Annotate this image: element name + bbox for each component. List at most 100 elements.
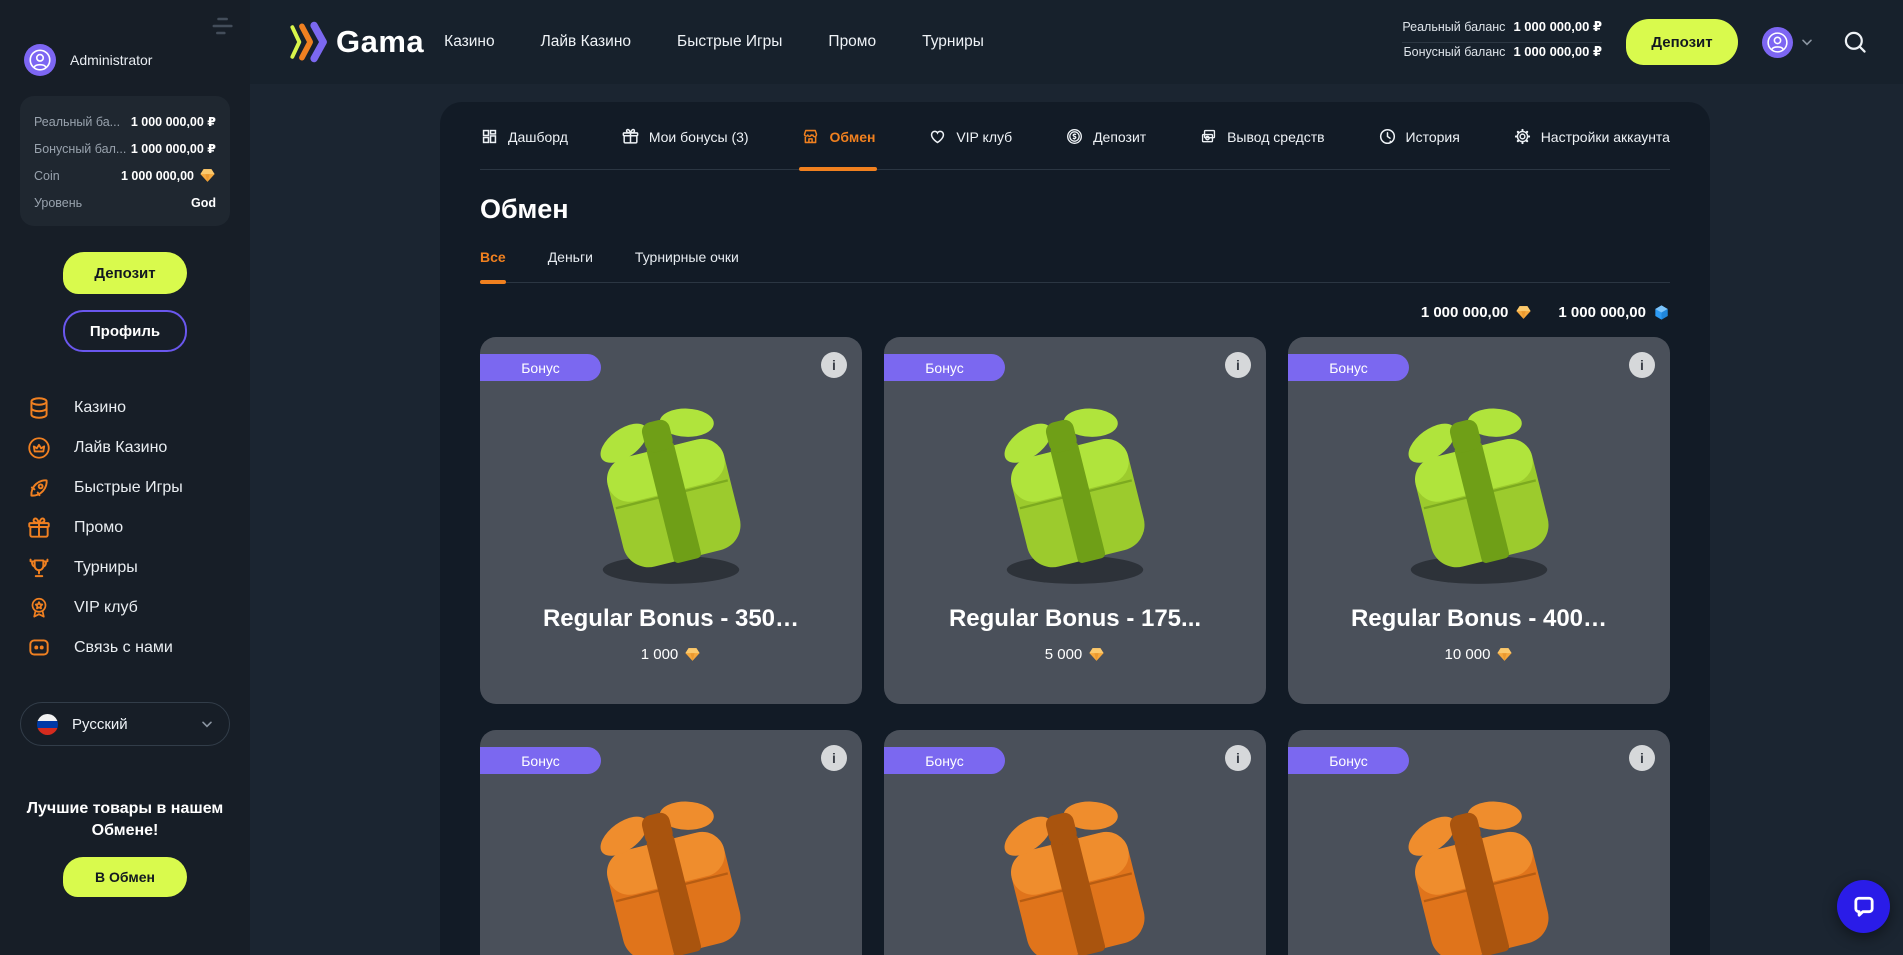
language-selector[interactable]: Русский [20, 702, 230, 746]
tab-my-bonuses[interactable]: Мои бонусы (3) [621, 102, 749, 169]
wallet-balances: 1 000 000,00 1 000 000,00 [480, 301, 1670, 323]
coin-balance-label: Coin [34, 169, 60, 183]
info-icon[interactable]: i [1629, 352, 1655, 378]
tab-label: Депозит [1093, 129, 1146, 145]
tab-deposit[interactable]: Депозит [1065, 102, 1146, 169]
gold-gem-icon [1515, 304, 1532, 321]
sidebar-item-label: Связь с нами [74, 639, 173, 657]
bonus-card[interactable]: Бонус i [1288, 730, 1670, 955]
sidebar-item-label: VIP клуб [74, 599, 138, 617]
sidebar-promo-text: Лучшие товары в нашем Обмене! [20, 798, 230, 841]
bonus-card[interactable]: Бонус i Regular Bonus - 175... 5 000 [884, 337, 1266, 704]
bonus-balance-value: 1 000 000,00 ₽ [1513, 44, 1602, 60]
bonus-card[interactable]: Бонус i [884, 730, 1266, 955]
sidebar-item-label: Промо [74, 519, 123, 537]
bonus-card[interactable]: Бонус i Regular Bonus - 400… 10 000 [1288, 337, 1670, 704]
balance-card: Реальный ба... 1 000 000,00 ₽ Бонусный б… [20, 96, 230, 226]
banknotes-icon [1199, 127, 1218, 146]
gear-icon [1513, 127, 1532, 146]
bonus-balance-label: Бонусный бал... [34, 142, 126, 156]
tab-exchange[interactable]: Обмен [801, 102, 875, 169]
bonus-balance-row: Бонусный бал... 1 000 000,00 ₽ [34, 135, 216, 162]
coin-wallet: 1 000 000,00 [1421, 304, 1533, 321]
brand-logo[interactable]: Gama [288, 21, 424, 63]
sidebar-item-live-casino[interactable]: Лайв Казино [26, 428, 230, 468]
nav-live-casino[interactable]: Лайв Казино [541, 33, 631, 51]
avatar [24, 44, 56, 76]
trophy-icon [26, 555, 52, 581]
bonus-card[interactable]: Бонус i [480, 730, 862, 955]
sidebar-item-label: Быстрые Игры [74, 479, 183, 497]
chat-bubble-icon [1850, 893, 1878, 921]
bonus-card[interactable]: Бонус i Regular Bonus - 350… 1 000 [480, 337, 862, 704]
chat-widget-button[interactable] [1837, 880, 1890, 933]
info-icon[interactable]: i [1225, 352, 1251, 378]
nav-tournaments[interactable]: Турниры [922, 33, 984, 51]
info-icon[interactable]: i [1629, 745, 1655, 771]
gama-logo-icon [288, 21, 328, 63]
nav-promo[interactable]: Промо [828, 33, 876, 51]
header-deposit-button[interactable]: Депозит [1626, 19, 1738, 65]
filter-all[interactable]: Все [480, 249, 506, 282]
header-right: Реальный баланс 1 000 000,00 ₽ Бонусный … [1402, 19, 1869, 66]
account-tabs: Дашборд Мои бонусы (3) Обмен VIP клуб Де… [480, 102, 1670, 170]
tab-label: История [1406, 129, 1460, 145]
coin-wallet-value: 1 000 000,00 [1421, 304, 1509, 321]
menu-icon[interactable] [208, 12, 236, 36]
sidebar-item-fast-games[interactable]: Быстрые Игры [26, 468, 230, 508]
real-balance-value: 1 000 000,00 ₽ [131, 114, 216, 129]
filter-tournament-points[interactable]: Турнирные очки [635, 249, 739, 282]
gift-box-image [571, 772, 771, 955]
rocket-icon [26, 475, 52, 501]
info-icon[interactable]: i [1225, 745, 1251, 771]
header-bonus-balance: Бонусный баланс 1 000 000,00 ₽ [1402, 44, 1602, 66]
account-menu[interactable] [1762, 27, 1815, 58]
tab-dashboard[interactable]: Дашборд [480, 102, 568, 169]
real-balance-label: Реальный ба... [34, 115, 120, 129]
sidebar-item-label: Турниры [74, 559, 138, 577]
info-icon[interactable]: i [821, 745, 847, 771]
tab-history[interactable]: История [1378, 102, 1460, 169]
live-casino-icon [26, 435, 52, 461]
gold-gem-icon [199, 167, 216, 184]
sidebar-profile-button[interactable]: Профиль [63, 310, 187, 352]
user-row[interactable]: Administrator [20, 44, 230, 76]
search-icon[interactable] [1841, 28, 1869, 56]
exchange-filters: Все Деньги Турнирные очки [480, 249, 1670, 283]
to-exchange-button[interactable]: В Обмен [63, 857, 187, 897]
tab-withdraw[interactable]: Вывод средств [1199, 102, 1325, 169]
coins-icon [26, 395, 52, 421]
sidebar-item-tournaments[interactable]: Турниры [26, 548, 230, 588]
sidebar-deposit-button[interactable]: Депозит [63, 252, 187, 294]
gold-gem-icon [1088, 646, 1105, 663]
filter-money[interactable]: Деньги [548, 249, 593, 282]
top-header: Gama Казино Лайв Казино Быстрые Игры Про… [250, 0, 1903, 84]
gift-box-image [571, 379, 771, 591]
sidebar-item-promo[interactable]: Промо [26, 508, 230, 548]
gold-gem-icon [684, 646, 701, 663]
blue-gem-icon [1653, 304, 1670, 321]
info-icon[interactable]: i [821, 352, 847, 378]
real-balance-value: 1 000 000,00 ₽ [1513, 19, 1602, 35]
medal-icon [26, 595, 52, 621]
tab-label: Дашборд [508, 129, 568, 145]
nav-fast-games[interactable]: Быстрые Игры [677, 33, 782, 51]
tab-label: Обмен [829, 129, 875, 145]
tab-vip-club[interactable]: VIP клуб [928, 102, 1012, 169]
account-panel: Дашборд Мои бонусы (3) Обмен VIP клуб Де… [440, 102, 1710, 955]
real-balance-label: Реальный баланс [1402, 20, 1505, 34]
user-name: Administrator [70, 52, 152, 68]
level-row: Уровень God [34, 189, 216, 216]
nav-casino[interactable]: Казино [444, 33, 494, 51]
sidebar-item-vip-club[interactable]: VIP клуб [26, 588, 230, 628]
bonus-price: 10 000 [1288, 646, 1670, 663]
sidebar-item-casino[interactable]: Казино [26, 388, 230, 428]
sidebar-item-contact[interactable]: Связь с нами [26, 628, 230, 668]
tab-account-settings[interactable]: Настройки аккаунта [1513, 102, 1670, 169]
tab-label: Мои бонусы (3) [649, 129, 749, 145]
bonus-badge: Бонус [1288, 747, 1409, 774]
chat-icon [26, 635, 52, 661]
avatar [1762, 27, 1793, 58]
chevron-down-icon [199, 716, 215, 732]
gift-box-image [975, 379, 1175, 591]
